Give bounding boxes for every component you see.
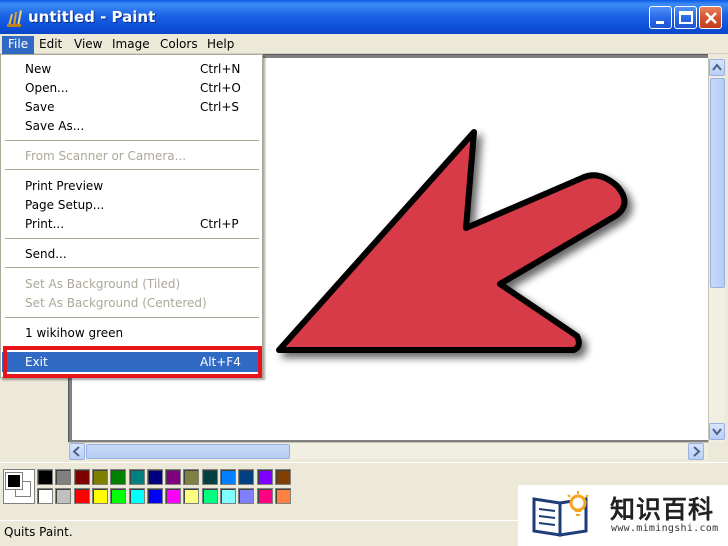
color-swatch[interactable] xyxy=(74,469,90,485)
close-icon xyxy=(705,12,717,24)
menu-help[interactable]: Help xyxy=(201,36,240,54)
file-menu-dropdown: New Ctrl+N Open... Ctrl+O Save Ctrl+S Sa… xyxy=(0,54,263,378)
menu-separator xyxy=(5,169,259,170)
color-swatch[interactable] xyxy=(165,469,181,485)
menu-item-page-setup[interactable]: Page Setup... xyxy=(2,195,262,214)
menu-image[interactable]: Image xyxy=(106,36,156,54)
menu-separator xyxy=(5,140,259,141)
paint-app-icon[interactable] xyxy=(5,6,23,28)
menu-item-label: Open... xyxy=(25,81,69,95)
menu-item-shortcut: Ctrl+O xyxy=(200,81,241,95)
chevron-up-icon xyxy=(712,63,722,71)
maximize-icon xyxy=(679,11,693,24)
color-swatch[interactable] xyxy=(147,488,163,504)
chevron-down-icon xyxy=(712,428,722,436)
horizontal-scrollbar[interactable] xyxy=(68,442,708,460)
menu-item-background-tiled: Set As Background (Tiled) xyxy=(2,274,262,293)
menu-item-from-scanner: From Scanner or Camera... xyxy=(2,146,262,165)
vertical-scrollbar[interactable] xyxy=(708,58,725,442)
menu-item-label: Save As... xyxy=(25,119,85,133)
maximize-button[interactable] xyxy=(674,6,697,29)
menu-colors[interactable]: Colors xyxy=(154,36,204,54)
color-swatch[interactable] xyxy=(183,488,199,504)
menu-item-send[interactable]: Send... xyxy=(2,244,262,263)
scroll-right-button[interactable] xyxy=(688,443,704,460)
menu-item-label: New xyxy=(25,62,52,76)
watermark-url: www.mimingshi.com xyxy=(611,523,719,534)
window-title: untitled - Paint xyxy=(28,8,156,26)
menu-item-label: Print... xyxy=(25,217,65,231)
color-swatch[interactable] xyxy=(129,469,145,485)
menu-item-save[interactable]: Save Ctrl+S xyxy=(2,97,262,116)
scroll-down-button[interactable] xyxy=(709,423,725,440)
menu-item-label: Print Preview xyxy=(25,179,104,193)
menu-item-save-as[interactable]: Save As... xyxy=(2,116,262,135)
scrollbar-corner xyxy=(708,442,728,460)
watermark-title: 知识百科 xyxy=(610,495,715,524)
title-bar: untitled - Paint xyxy=(0,0,728,34)
menu-item-shortcut: Ctrl+N xyxy=(200,62,241,76)
color-swatch[interactable] xyxy=(257,469,273,485)
menu-bar: File Edit View Image Colors Help xyxy=(0,34,728,54)
color-swatch[interactable] xyxy=(37,488,53,504)
color-swatch[interactable] xyxy=(275,488,291,504)
menu-view[interactable]: View xyxy=(68,36,108,54)
scroll-up-button[interactable] xyxy=(709,59,725,76)
menu-item-background-centered: Set As Background (Centered) xyxy=(2,293,262,312)
color-swatch[interactable] xyxy=(147,469,163,485)
menu-item-label: Page Setup... xyxy=(25,198,105,212)
arrow-shape xyxy=(276,129,628,353)
foreground-color[interactable] xyxy=(5,472,23,490)
color-swatch[interactable] xyxy=(220,469,236,485)
color-swatch[interactable] xyxy=(129,488,145,504)
menu-item-open[interactable]: Open... Ctrl+O xyxy=(2,78,262,97)
color-swatch[interactable] xyxy=(37,469,53,485)
close-button[interactable] xyxy=(699,6,722,29)
menu-item-label: Send... xyxy=(25,247,67,261)
vertical-scroll-thumb[interactable] xyxy=(710,78,725,288)
status-text: Quits Paint. xyxy=(4,525,73,539)
menu-item-shortcut: Ctrl+S xyxy=(200,100,240,114)
color-swatch[interactable] xyxy=(110,469,126,485)
color-swatch[interactable] xyxy=(92,488,108,504)
color-swatch[interactable] xyxy=(55,488,71,504)
menu-edit[interactable]: Edit xyxy=(33,36,68,54)
menu-item-label: Set As Background (Tiled) xyxy=(25,277,181,291)
color-swatch[interactable] xyxy=(238,488,254,504)
menu-separator xyxy=(5,267,259,268)
color-swatch[interactable] xyxy=(257,488,273,504)
menu-item-new[interactable]: New Ctrl+N xyxy=(2,59,262,78)
menu-item-label: Set As Background (Centered) xyxy=(25,296,207,310)
scroll-left-button[interactable] xyxy=(69,443,85,460)
menu-file[interactable]: File xyxy=(2,36,35,54)
minimize-button[interactable] xyxy=(649,6,672,29)
color-swatch[interactable] xyxy=(165,488,181,504)
color-swatch[interactable] xyxy=(220,488,236,504)
chevron-left-icon xyxy=(72,446,80,457)
horizontal-scroll-thumb[interactable] xyxy=(86,444,290,459)
color-swatch[interactable] xyxy=(92,469,108,485)
color-swatch[interactable] xyxy=(275,469,291,485)
color-swatch[interactable] xyxy=(55,469,71,485)
exit-callout-box xyxy=(3,346,262,378)
color-swatch[interactable] xyxy=(202,469,218,485)
menu-item-label: From Scanner or Camera... xyxy=(25,149,187,163)
menu-item-print-preview[interactable]: Print Preview xyxy=(2,176,262,195)
menu-separator xyxy=(5,317,259,318)
color-swatch[interactable] xyxy=(110,488,126,504)
menu-item-label: Save xyxy=(25,100,55,114)
color-swatch[interactable] xyxy=(238,469,254,485)
menu-item-shortcut: Ctrl+P xyxy=(200,217,239,231)
book-bulb-logo xyxy=(532,491,589,537)
menu-item-recent-file[interactable]: 1 wikihow green xyxy=(2,323,262,342)
color-swatch[interactable] xyxy=(202,488,218,504)
color-swatch[interactable] xyxy=(183,469,199,485)
minimize-icon xyxy=(656,21,664,24)
chevron-right-icon xyxy=(693,446,701,457)
menu-item-print[interactable]: Print... Ctrl+P xyxy=(2,214,262,233)
menu-separator xyxy=(5,238,259,239)
color-swatch[interactable] xyxy=(74,488,90,504)
menu-item-label: 1 wikihow green xyxy=(25,326,124,340)
